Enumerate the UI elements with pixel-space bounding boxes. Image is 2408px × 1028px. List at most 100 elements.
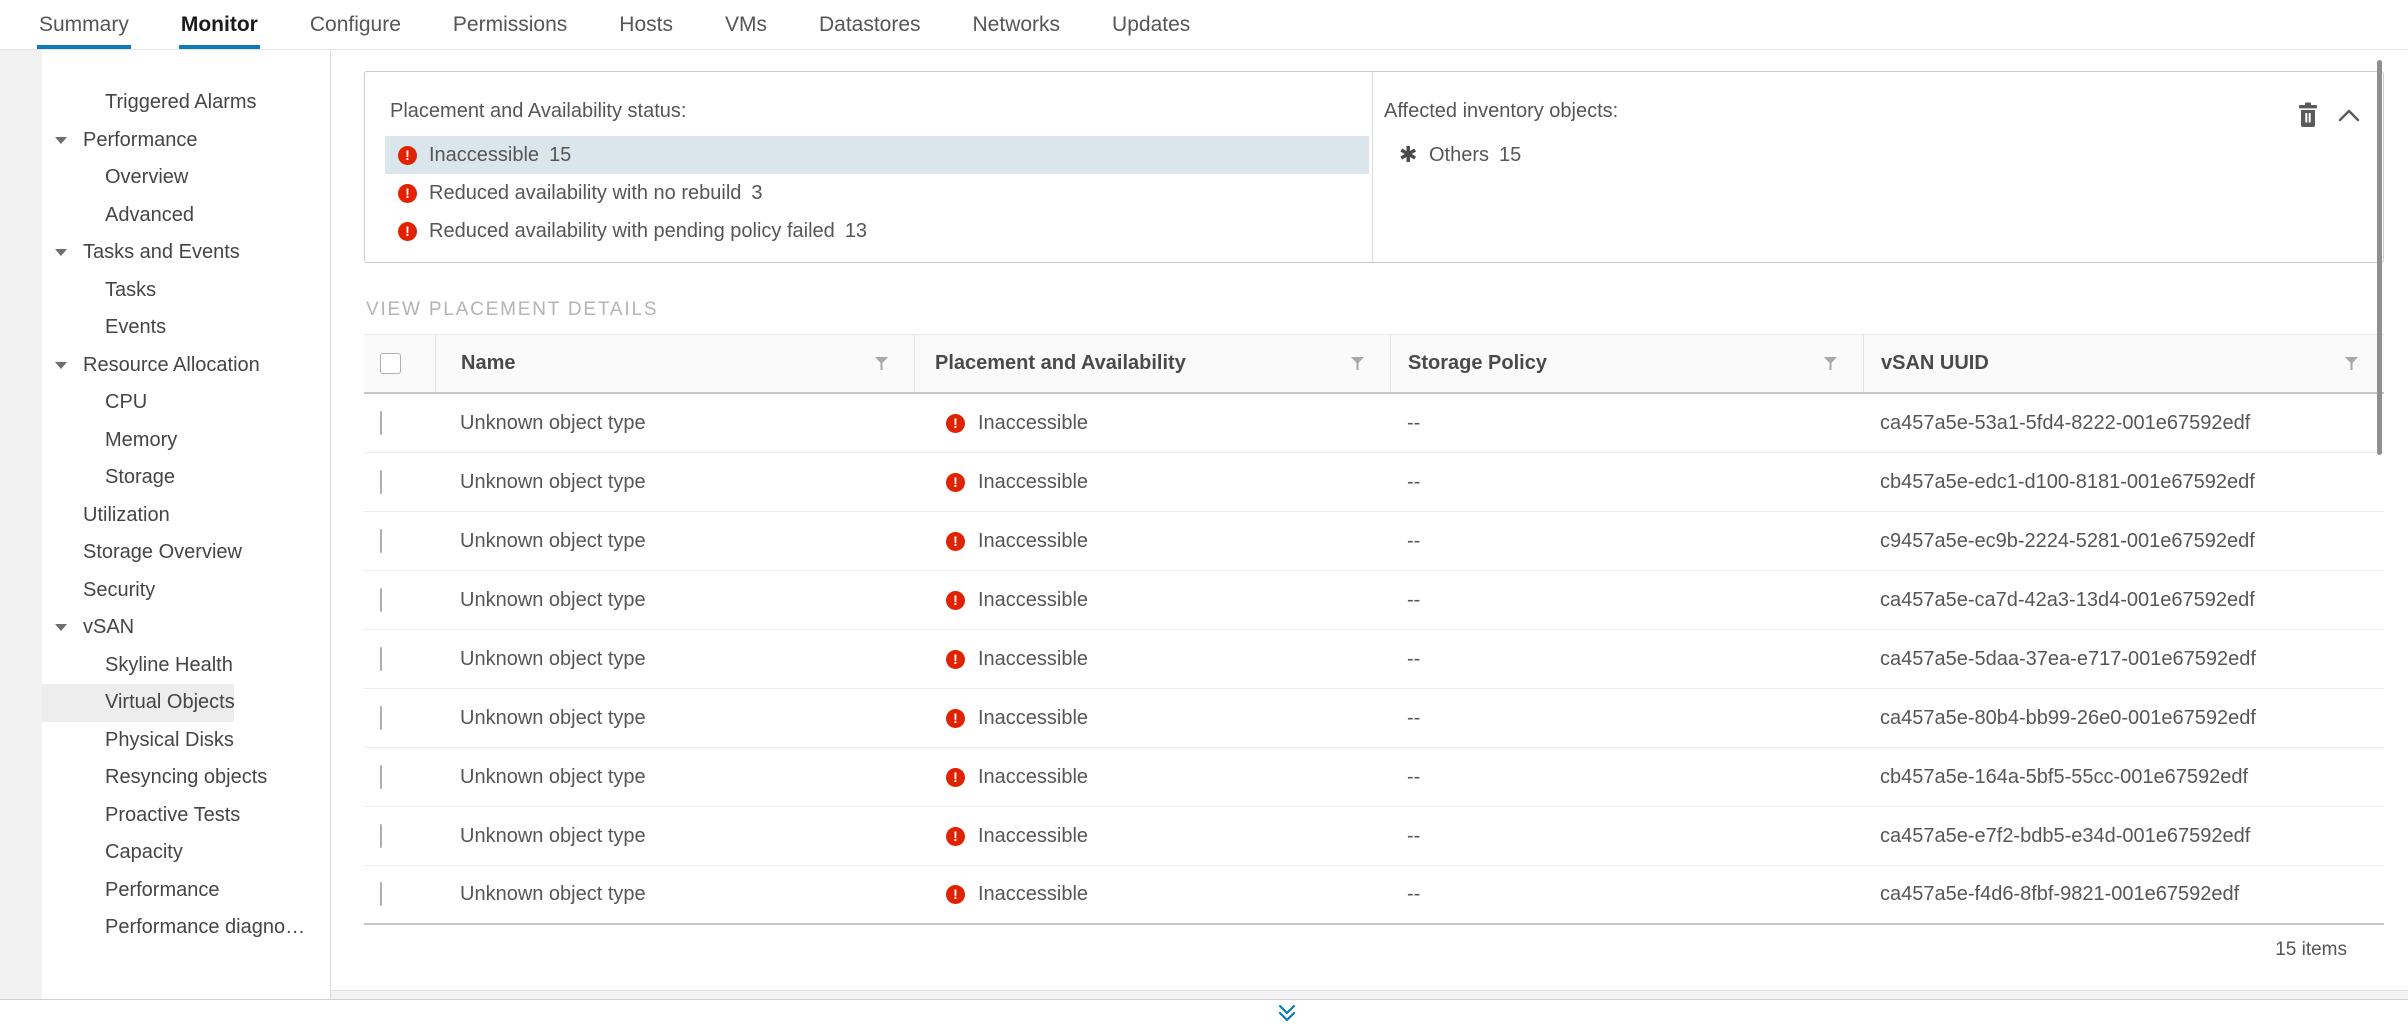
sidebar-item-label: Storage Overview [83, 541, 242, 564]
tab-updates[interactable]: Updates [1110, 0, 1192, 49]
error-icon [398, 222, 417, 241]
affected-row-others[interactable]: ✱ Others 15 [1379, 136, 2383, 174]
sidebar-item-triggered-alarms[interactable]: Triggered Alarms [42, 84, 234, 122]
tab-datastores[interactable]: Datastores [817, 0, 923, 49]
vsan-uuid: ca457a5e-f4d6-8fbf-9821-001e67592edf [1863, 883, 2384, 906]
sidebar-item-advanced[interactable]: Advanced [42, 197, 234, 235]
trash-icon[interactable] [2296, 102, 2320, 128]
table-row[interactable]: Unknown object type Inaccessible -- ca45… [364, 689, 2384, 748]
tab-networks[interactable]: Networks [971, 0, 1063, 49]
table-row[interactable]: Unknown object type Inaccessible -- cb45… [364, 748, 2384, 807]
sidebar-item-cpu[interactable]: CPU [42, 384, 234, 422]
status-row-inaccessible[interactable]: Inaccessible 15 [385, 136, 1369, 174]
sidebar-item-utilization[interactable]: Utilization [42, 497, 234, 535]
table-row[interactable]: Unknown object type Inaccessible -- c945… [364, 512, 2384, 571]
object-name: Unknown object type [435, 648, 914, 671]
tab-permissions[interactable]: Permissions [451, 0, 569, 49]
sidebar-item-vsan[interactable]: vSAN [42, 609, 234, 647]
sidebar-item-security[interactable]: Security [42, 572, 234, 610]
row-checkbox[interactable] [380, 470, 382, 494]
sidebar-item-label: vSAN [83, 616, 134, 639]
table-row[interactable]: Unknown object type Inaccessible -- ca45… [364, 866, 2384, 925]
object-name: Unknown object type [435, 530, 914, 553]
error-icon [398, 146, 417, 165]
caret-down-icon[interactable] [55, 362, 67, 369]
sidebar-item-overview[interactable]: Overview [42, 159, 234, 197]
vertical-scrollbar-thumb[interactable] [2377, 60, 2382, 455]
panel-actions [2296, 102, 2360, 128]
caret-down-icon[interactable] [55, 624, 67, 631]
placement-status-column: Placement and Availability status: Inacc… [365, 72, 1373, 262]
status-row-reduced-no-rebuild[interactable]: Reduced availability with no rebuild 3 [385, 174, 1369, 212]
sidebar-item-capacity[interactable]: Capacity [42, 834, 234, 872]
sidebar-item-skyline-health[interactable]: Skyline Health [42, 647, 234, 685]
placement-status-title: Placement and Availability status: [385, 100, 1372, 122]
collapse-panel-chevron-icon[interactable] [2338, 108, 2360, 122]
storage-policy: -- [1390, 589, 1863, 612]
error-icon [946, 591, 965, 610]
vsan-uuid: ca457a5e-80b4-bb99-26e0-001e67592edf [1863, 707, 2384, 730]
row-checkbox[interactable] [380, 824, 382, 848]
sidebar-item-resource-allocation[interactable]: Resource Allocation [42, 347, 234, 385]
sidebar-item-tasks-and-events[interactable]: Tasks and Events [42, 234, 234, 272]
affected-label: Others [1429, 144, 1489, 167]
tab-hosts[interactable]: Hosts [617, 0, 675, 49]
table-row[interactable]: Unknown object type Inaccessible -- ca45… [364, 630, 2384, 689]
row-checkbox[interactable] [380, 588, 382, 612]
vsan-uuid: ca457a5e-e7f2-bdb5-e34d-001e67592edf [1863, 825, 2384, 848]
storage-policy: -- [1390, 825, 1863, 848]
row-checkbox[interactable] [380, 647, 382, 671]
sidebar-item-physical-disks[interactable]: Physical Disks [42, 722, 234, 760]
row-checkbox[interactable] [380, 882, 382, 906]
sidebar-item-virtual-objects[interactable]: Virtual Objects [42, 684, 234, 722]
tab-configure[interactable]: Configure [308, 0, 403, 49]
object-name: Unknown object type [435, 883, 914, 906]
status-row-reduced-pending-policy[interactable]: Reduced availability with pending policy… [385, 212, 1369, 250]
row-checkbox[interactable] [380, 411, 382, 435]
sidebar-item-label: Tasks [105, 279, 156, 302]
placement-status: Inaccessible [978, 825, 1088, 848]
storage-policy: -- [1390, 412, 1863, 435]
vsphere-monitor-page: Summary Monitor Configure Permissions Ho… [0, 0, 2408, 1028]
view-placement-details-button[interactable]: VIEW PLACEMENT DETAILS [366, 299, 2408, 321]
sidebar-item-tasks[interactable]: Tasks [42, 272, 234, 310]
placement-status-panel: Placement and Availability status: Inacc… [364, 71, 2384, 263]
table-row[interactable]: Unknown object type Inaccessible -- ca45… [364, 394, 2384, 453]
sidebar-item-storage-overview[interactable]: Storage Overview [42, 534, 234, 572]
filter-icon[interactable] [875, 357, 888, 370]
sidebar-item-proactive-tests[interactable]: Proactive Tests [42, 797, 234, 835]
error-icon [946, 885, 965, 904]
tab-vms[interactable]: VMs [723, 0, 769, 49]
sidebar-item-resyncing-objects[interactable]: Resyncing objects [42, 759, 234, 797]
filter-icon[interactable] [1824, 357, 1837, 370]
virtual-objects-table: Name Placement and Availability Storage … [364, 334, 2384, 925]
caret-down-icon[interactable] [55, 249, 67, 256]
sidebar-item-vsan-performance[interactable]: Performance [42, 872, 234, 910]
sidebar-item-label: Virtual Objects [105, 691, 235, 714]
sidebar-item-label: Memory [105, 429, 177, 452]
storage-policy: -- [1390, 471, 1863, 494]
row-checkbox[interactable] [380, 706, 382, 730]
sidebar-item-performance[interactable]: Performance [42, 122, 234, 160]
tab-summary[interactable]: Summary [37, 0, 131, 49]
sidebar-item-label: Performance [105, 879, 220, 902]
sidebar-item-memory[interactable]: Memory [42, 422, 234, 460]
caret-down-icon[interactable] [55, 137, 67, 144]
filter-icon[interactable] [1351, 357, 1364, 370]
filter-icon[interactable] [2345, 357, 2358, 370]
tab-monitor[interactable]: Monitor [179, 0, 260, 49]
sidebar-item-storage[interactable]: Storage [42, 459, 234, 497]
row-checkbox[interactable] [380, 765, 382, 789]
select-all-checkbox[interactable] [380, 353, 401, 374]
sidebar-item-events[interactable]: Events [42, 309, 234, 347]
table-row[interactable]: Unknown object type Inaccessible -- ca45… [364, 571, 2384, 630]
sidebar-item-performance-diagnostics[interactable]: Performance diagno… [42, 909, 234, 947]
table-row[interactable]: Unknown object type Inaccessible -- cb45… [364, 453, 2384, 512]
table-row[interactable]: Unknown object type Inaccessible -- ca45… [364, 807, 2384, 866]
status-label: Inaccessible [429, 144, 539, 167]
error-icon [946, 650, 965, 669]
double-chevron-down-icon[interactable] [1277, 1003, 1297, 1028]
row-checkbox[interactable] [380, 529, 382, 553]
sidebar-item-label: Security [83, 579, 155, 602]
column-header-placement: Placement and Availability [935, 352, 1186, 375]
